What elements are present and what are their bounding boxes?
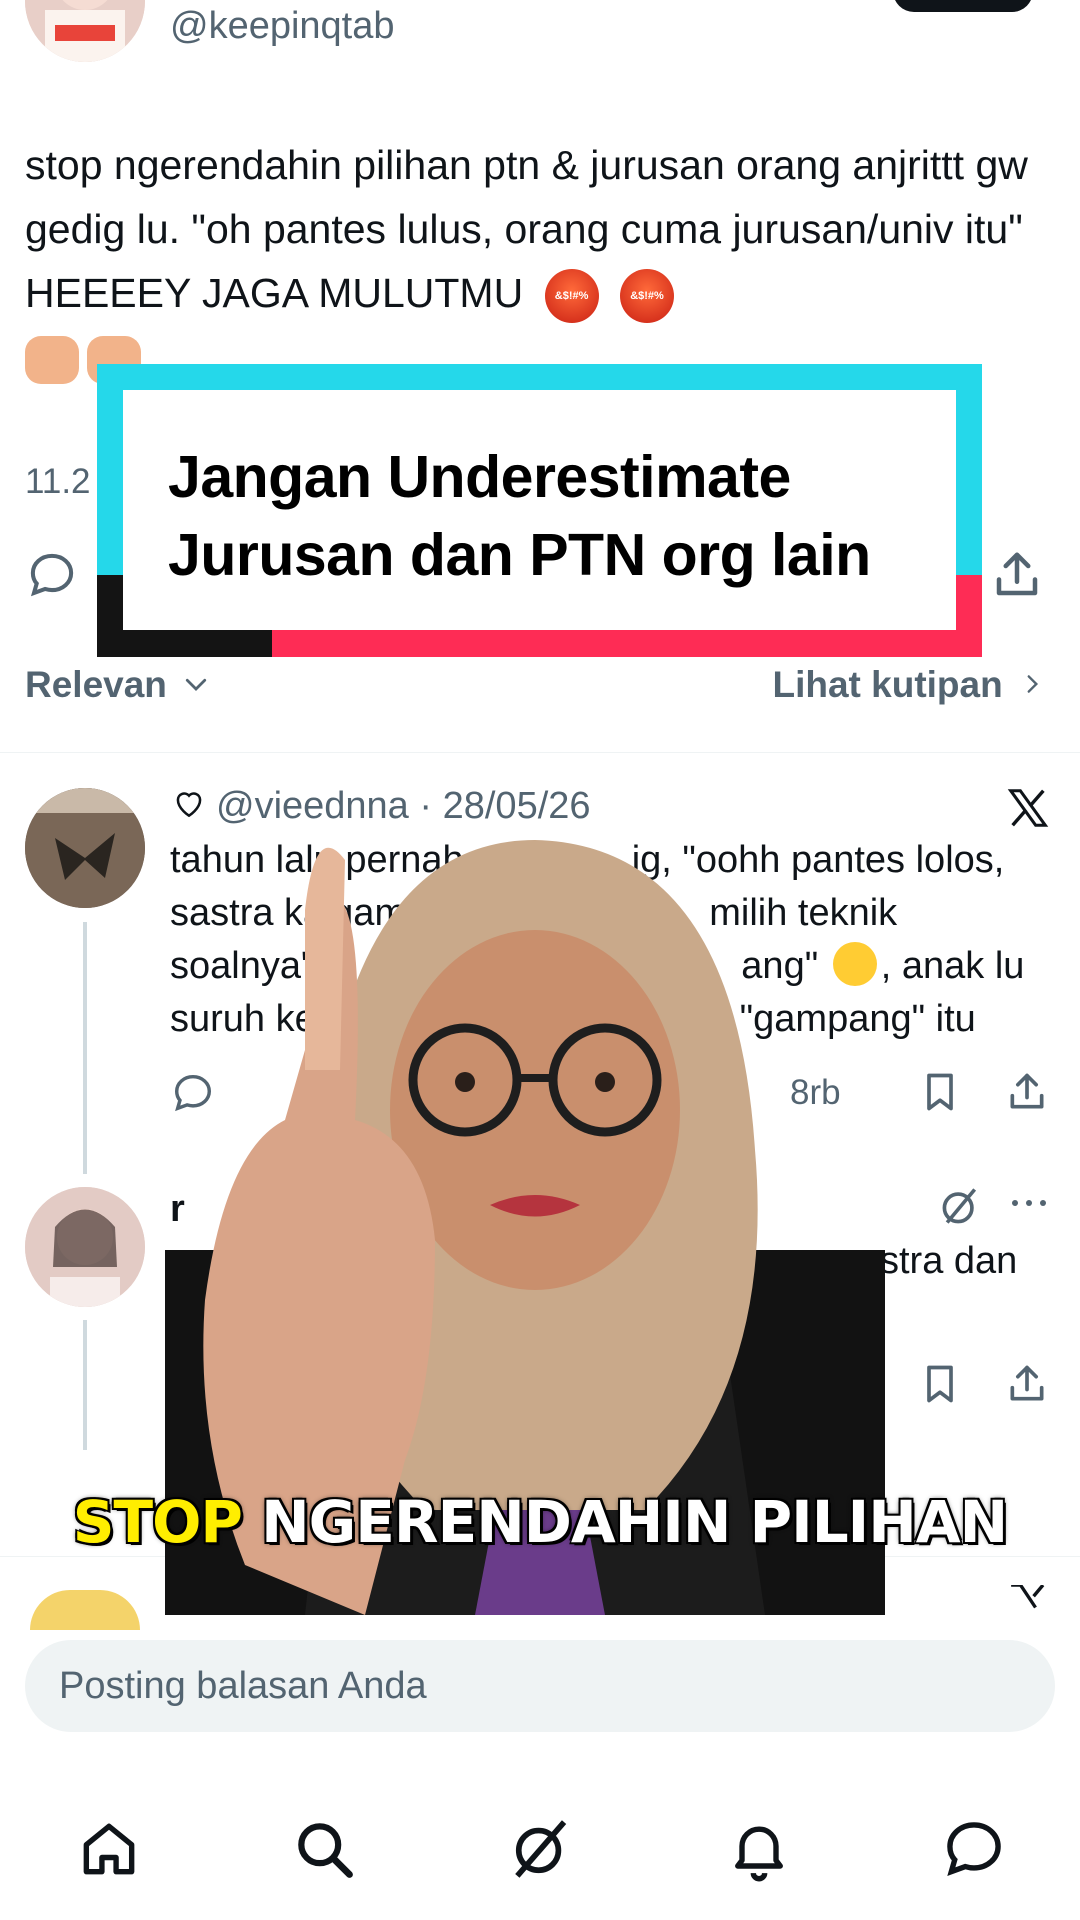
view-quotes-link[interactable]: Lihat kutipan (772, 664, 1045, 708)
sort-dropdown[interactable]: Relevan (25, 664, 211, 708)
caption-rest: NGERENDAHIN PILIHAN (261, 1488, 1008, 1556)
tweet-text: stop ngerendahin pilihan ptn & jurusan o… (25, 142, 1028, 316)
title-line-2: Jurusan dan PTN org lain (168, 522, 871, 588)
chevron-right-icon (1019, 666, 1045, 708)
fist-icon (25, 336, 79, 385)
share-icon[interactable] (990, 547, 1044, 603)
share-icon[interactable] (1005, 1360, 1049, 1413)
notifications-icon[interactable] (725, 1815, 793, 1883)
reply-icon[interactable] (25, 548, 79, 602)
enraged-face-icon: &$!#% (544, 269, 599, 324)
thread-line (83, 922, 87, 1174)
title-line-1: Jangan Underestimate (168, 444, 791, 510)
bookmark-icon[interactable] (918, 1068, 962, 1121)
view-count: 11.2 (25, 462, 91, 501)
messages-icon[interactable] (940, 1815, 1008, 1883)
reply-composer[interactable] (25, 1640, 1055, 1732)
grok-icon[interactable] (938, 1184, 982, 1233)
reply-avatar[interactable] (25, 788, 145, 908)
video-caption: STOP NGERENDAHIN PILIHAN (0, 1488, 1080, 1556)
view-quotes-label: Lihat kutipan (772, 664, 1003, 705)
caption-highlight: STOP (72, 1488, 243, 1556)
grok-icon[interactable] (506, 1815, 574, 1883)
follow-button[interactable] (893, 0, 1033, 12)
sort-label: Relevan (25, 664, 167, 705)
bottom-nav (0, 1760, 1080, 1920)
bookmark-icon[interactable] (918, 1360, 962, 1413)
chevron-down-icon (181, 666, 211, 708)
more-options-icon[interactable] (1008, 1188, 1050, 1223)
sort-bar: Relevan Lihat kutipan (25, 664, 1045, 714)
divider (0, 752, 1080, 753)
enraged-face-icon: &$!#% (620, 269, 674, 324)
x-logo-icon (1005, 1583, 1051, 1620)
tweet-body: stop ngerendahin pilihan ptn & jurusan o… (25, 133, 1065, 389)
author-avatar[interactable] (25, 0, 145, 62)
reply-input[interactable] (59, 1640, 959, 1732)
reply-avatar[interactable] (30, 1590, 140, 1630)
search-icon[interactable] (290, 1815, 358, 1883)
reply-avatar[interactable] (25, 1187, 145, 1307)
title-card-text: Jangan Underestimate Jurusan dan PTN org… (168, 438, 948, 594)
author-handle[interactable]: @keepinqtab (170, 5, 395, 48)
reply-text-end: stra dan (880, 1240, 1018, 1282)
share-icon[interactable] (1005, 1068, 1049, 1121)
home-icon[interactable] (75, 1815, 143, 1883)
x-logo-icon (1005, 785, 1051, 836)
thread-line (83, 1320, 87, 1450)
